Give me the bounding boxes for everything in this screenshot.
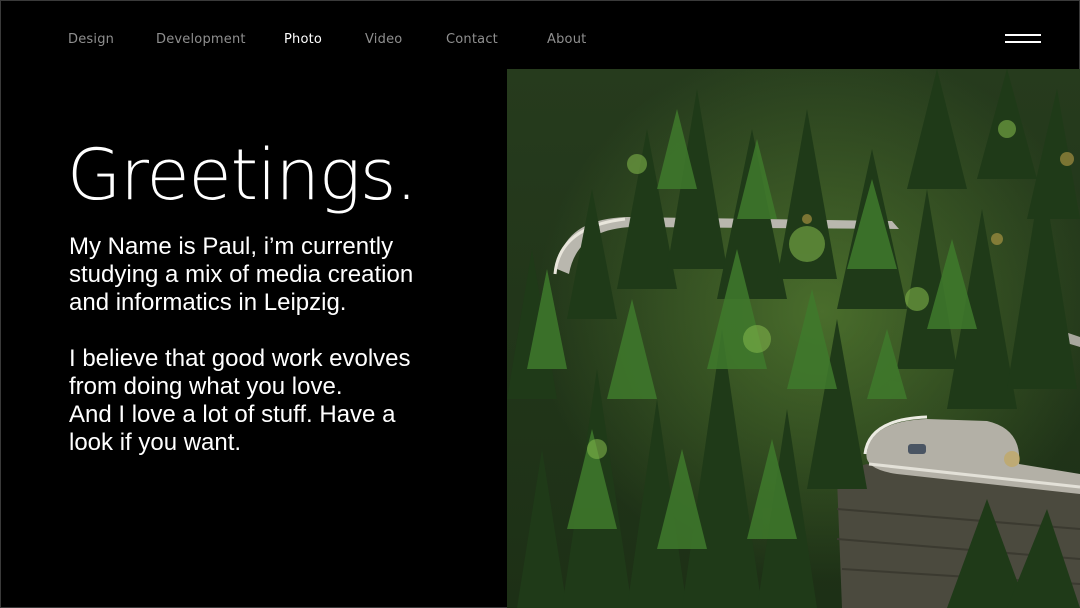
nav-item-contact[interactable]: Contact — [446, 32, 498, 47]
hero-photo — [507, 69, 1080, 608]
nav-item-development[interactable]: Development — [156, 32, 246, 47]
nav-item-photo[interactable]: Photo — [284, 32, 322, 47]
top-navigation: Design Development Photo Video Contact A… — [1, 1, 1080, 69]
nav-item-design[interactable]: Design — [68, 32, 114, 47]
intro-paragraph: I believe that good work evolves from do… — [69, 345, 411, 456]
page-title: Greetings. — [67, 134, 418, 216]
hamburger-menu-icon[interactable] — [1005, 33, 1041, 45]
nav-item-video[interactable]: Video — [365, 32, 402, 47]
nav-item-about[interactable]: About — [547, 32, 586, 47]
intro-text: My Name is Paul, i’m currently studying … — [69, 233, 489, 485]
page-frame: Design Development Photo Video Contact A… — [0, 0, 1080, 608]
intro-paragraph: My Name is Paul, i’m currently studying … — [69, 233, 414, 316]
